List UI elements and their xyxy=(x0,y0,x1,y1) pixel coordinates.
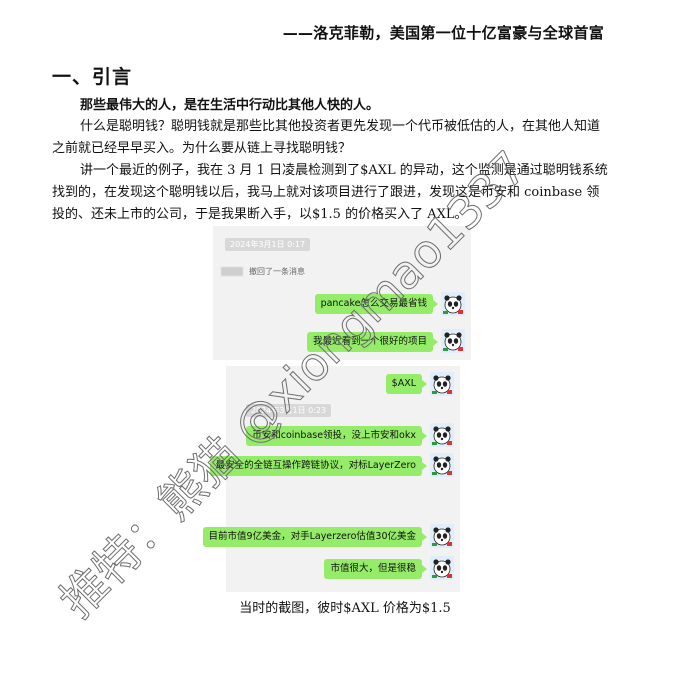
panda-avatar-icon xyxy=(430,423,454,447)
message-bubble: pancake怎么交易最省钱 xyxy=(314,294,439,314)
message-bubble: 最安全的全链互操作跨链协议，对标LayerZero xyxy=(209,456,428,476)
document-page: ——洛克菲勒，美国第一位十亿富豪与全球首富 一、引言 那些最伟大的人，是在生活中… xyxy=(0,0,690,679)
recall-text: 撤回了一条消息 xyxy=(249,267,305,276)
panda-avatar-icon xyxy=(441,292,465,316)
message-bubble: 我最近看到一个很好的项目 xyxy=(306,332,439,352)
paragraph-1: 什么是聪明钱？聪明钱就是那些比其他投资者更先发现一个代币被低估的人，在其他人知道… xyxy=(52,119,601,156)
recall-notice: 撤回了一条消息 xyxy=(221,266,305,277)
section-title: 一、引言 xyxy=(52,66,133,88)
paragraph-2: 讲一个最近的例子，我在 3 月 1 日凌晨检测到了$AXL 的异动，这个监测是通… xyxy=(52,163,608,222)
chat-timestamp: 2024年3月1日 0:23 xyxy=(246,404,332,417)
panda-avatar-icon xyxy=(430,556,454,580)
bold-statement: 那些最伟大的人，是在生活中行动比其他人快的人。 xyxy=(80,98,380,113)
message-bubble: 币安和coinbase领投，没上市安和okx xyxy=(246,426,427,446)
panda-avatar-icon xyxy=(430,453,454,477)
quote-attribution: ——洛克菲勒，美国第一位十亿富豪与全球首富 xyxy=(282,24,604,42)
message-bubble: $AXL xyxy=(385,374,428,394)
message-bubble: 市值很大，但是很稳 xyxy=(324,559,427,579)
chat-timestamp: 2024年3月1日 0:17 xyxy=(225,238,311,251)
panda-avatar-icon xyxy=(441,329,465,353)
message-bubble: 目前市值9亿美金，对手Layerzero估值30亿美金 xyxy=(202,527,428,547)
figure-caption: 当时的截图，彼时$AXL 价格为$1.5 xyxy=(239,601,451,616)
chat-screenshot-2: $AXL 2024年3月1日 0:23 币安和coinbase领投，没上市安和o… xyxy=(202,366,460,592)
panda-avatar-icon xyxy=(430,524,454,548)
blurred-name xyxy=(221,267,243,276)
panda-avatar-icon xyxy=(430,372,454,396)
chat-screenshot-1: 2024年3月1日 0:17 撤回了一条消息 pancake怎么交易最省钱 我最… xyxy=(213,226,471,360)
